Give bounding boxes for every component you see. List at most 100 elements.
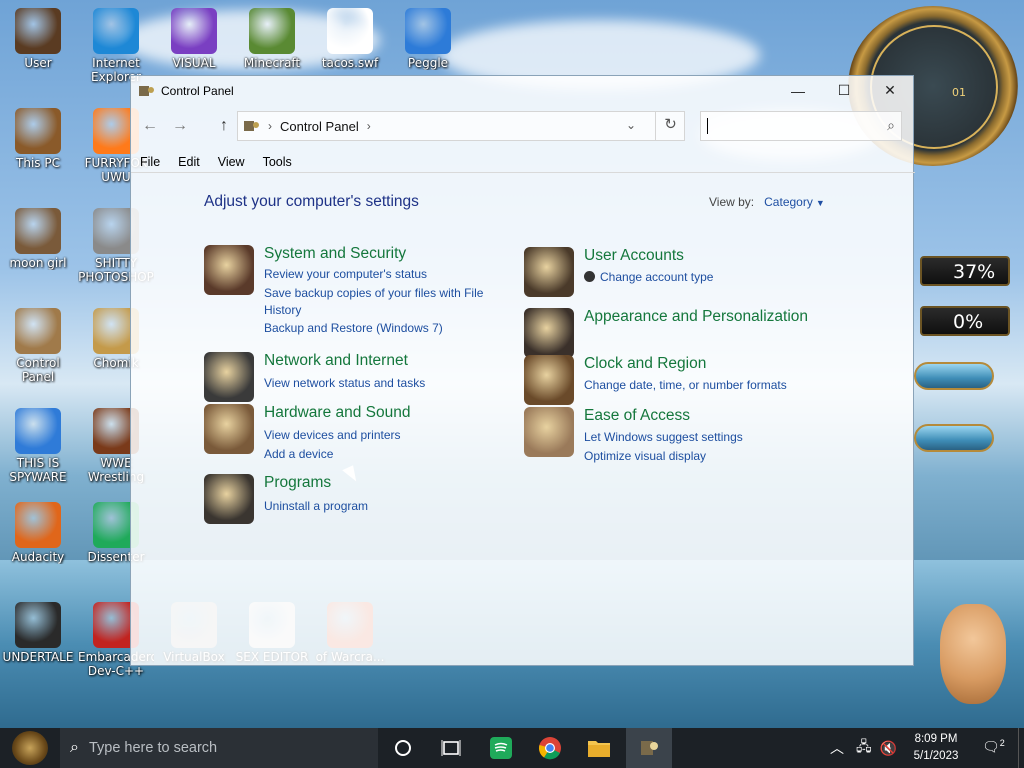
volume-muted-icon[interactable]: 🔇: [880, 740, 897, 757]
desktop-icon[interactable]: Audacity: [0, 502, 76, 564]
desktop-icon[interactable]: Peggle: [390, 8, 466, 70]
search-input[interactable]: [707, 118, 877, 134]
menu-edit[interactable]: Edit: [169, 152, 209, 172]
divider: [131, 172, 915, 173]
desktop-icon[interactable]: UNDERTALE: [0, 602, 76, 664]
desktop-icon[interactable]: moon girl: [0, 208, 76, 270]
close-button[interactable]: ✕: [867, 76, 913, 105]
category-hardware-and-sound: Hardware and Sound View devices and print…: [204, 404, 544, 474]
chevron-right-icon: ›: [268, 119, 272, 133]
cortana-icon[interactable]: [380, 728, 426, 768]
clock-region-icon[interactable]: [524, 355, 574, 405]
minimize-button[interactable]: —: [775, 76, 821, 105]
user-accounts-icon[interactable]: [524, 247, 574, 297]
show-desktop-button[interactable]: [1018, 728, 1024, 768]
pipe-decoration: [914, 362, 994, 390]
category-link[interactable]: Add a device: [264, 446, 333, 463]
category-link[interactable]: Change account type: [584, 269, 713, 286]
category-link-text: View devices and printers: [264, 428, 401, 442]
desktop-icon[interactable]: Minecraft: [234, 8, 310, 70]
menu-tools[interactable]: Tools: [254, 152, 301, 172]
maximize-button[interactable]: ☐: [821, 76, 867, 105]
category-link[interactable]: Change date, time, or number formats: [584, 377, 787, 394]
category-link-text: Backup and Restore (Windows 7): [264, 321, 443, 335]
spotify-icon[interactable]: [478, 728, 524, 768]
view-by-dropdown[interactable]: Category: [764, 195, 813, 209]
category-title[interactable]: Hardware and Sound: [264, 404, 411, 422]
category-link[interactable]: View devices and printers: [264, 427, 401, 444]
app-icon: [15, 108, 61, 154]
category-title[interactable]: Ease of Access: [584, 407, 690, 425]
refresh-button[interactable]: ↻: [655, 111, 685, 141]
start-orb-icon: [12, 731, 48, 765]
desktop-icon[interactable]: VISUAL: [156, 8, 232, 70]
desktop-icon-label: UNDERTALE: [2, 650, 74, 664]
system-security-icon[interactable]: [204, 245, 254, 295]
category-link[interactable]: Let Windows suggest settings: [584, 429, 743, 446]
search-box[interactable]: ⌕: [700, 111, 902, 141]
desktop-icon[interactable]: This PC: [0, 108, 76, 170]
control-panel-taskbar-icon[interactable]: [626, 728, 672, 768]
desktop-icon-label: VISUAL: [172, 56, 216, 70]
hamster-widget: [940, 604, 1006, 704]
taskbar-search[interactable]: ⌕ Type here to search: [60, 728, 378, 768]
control-panel-window: Control Panel — ☐ ✕ ← → ↑ › Control Pane…: [130, 75, 915, 666]
dropdown-caret-icon[interactable]: ▼: [816, 198, 825, 208]
task-view-icon[interactable]: [428, 728, 474, 768]
category-title[interactable]: Appearance and Personalization: [584, 308, 808, 326]
cpu-gauge-value: 37%: [953, 261, 996, 283]
desktop-icon[interactable]: tacos.swf: [312, 8, 388, 70]
app-icon: [15, 408, 61, 454]
network-icon[interactable]: 🖧: [856, 736, 872, 760]
category-ease-of-access: Ease of Access Let Windows suggest settin…: [524, 407, 864, 477]
address-bar[interactable]: › Control Panel ›: [237, 111, 685, 141]
category-link[interactable]: Uninstall a program: [264, 498, 368, 515]
desktop-icon-label: User: [24, 56, 52, 70]
programs-icon[interactable]: [204, 474, 254, 524]
start-button[interactable]: [0, 728, 60, 768]
category-link[interactable]: Review your computer's status: [264, 266, 427, 283]
appearance-icon[interactable]: [524, 308, 574, 358]
app-icon: [327, 8, 373, 54]
category-link-text: Change date, time, or number formats: [584, 378, 787, 392]
app-icon: [405, 8, 451, 54]
category-link-text: Change account type: [600, 270, 714, 284]
file-explorer-icon[interactable]: [576, 728, 622, 768]
hardware-icon[interactable]: [204, 404, 254, 454]
desktop-icon[interactable]: THIS IS SPYWARE: [0, 408, 76, 484]
desktop-icon-label: Peggle: [407, 56, 449, 70]
view-by-control: View by: Category ▼: [709, 195, 825, 209]
desktop-icon[interactable]: User: [0, 8, 76, 70]
category-link[interactable]: View network status and tasks: [264, 375, 425, 392]
category-title[interactable]: Programs: [264, 474, 331, 492]
ease-of-access-icon[interactable]: [524, 407, 574, 457]
menu-view[interactable]: View: [209, 152, 254, 172]
taskbar-search-placeholder: Type here to search: [88, 740, 218, 756]
notification-center-icon[interactable]: 🗨2: [982, 738, 1005, 756]
app-icon: [15, 308, 61, 354]
search-icon[interactable]: ⌕: [887, 117, 895, 134]
breadcrumb-control-panel[interactable]: Control Panel: [280, 119, 359, 134]
back-arrow-icon[interactable]: ←: [139, 115, 161, 137]
chrome-icon[interactable]: [527, 728, 573, 768]
chevron-right-icon[interactable]: ›: [367, 119, 371, 133]
taskbar-clock[interactable]: 8:09 PM 5/1/2023: [906, 731, 966, 765]
category-link[interactable]: Save backup copies of your files with Fi…: [264, 285, 509, 319]
desktop-icon-label: moon girl: [9, 256, 67, 270]
category-link[interactable]: Optimize visual display: [584, 448, 706, 465]
chevron-down-icon[interactable]: ⌄: [626, 118, 636, 132]
up-arrow-icon[interactable]: ↑: [213, 115, 235, 137]
title-bar[interactable]: Control Panel — ☐ ✕: [131, 76, 913, 105]
category-title[interactable]: System and Security: [264, 245, 406, 263]
chevron-up-icon[interactable]: ︿: [830, 738, 844, 758]
category-title[interactable]: Network and Internet: [264, 352, 408, 370]
category-link[interactable]: Backup and Restore (Windows 7): [264, 320, 443, 337]
network-icon[interactable]: [204, 352, 254, 402]
window-title: Control Panel: [161, 83, 234, 98]
menu-file[interactable]: File: [131, 152, 169, 172]
desktop-icon[interactable]: Control Panel: [0, 308, 76, 384]
forward-arrow-icon[interactable]: →: [169, 115, 191, 137]
category-title[interactable]: User Accounts: [584, 247, 684, 265]
category-title[interactable]: Clock and Region: [584, 355, 706, 373]
desktop-icon[interactable]: Internet Explorer: [78, 8, 154, 84]
